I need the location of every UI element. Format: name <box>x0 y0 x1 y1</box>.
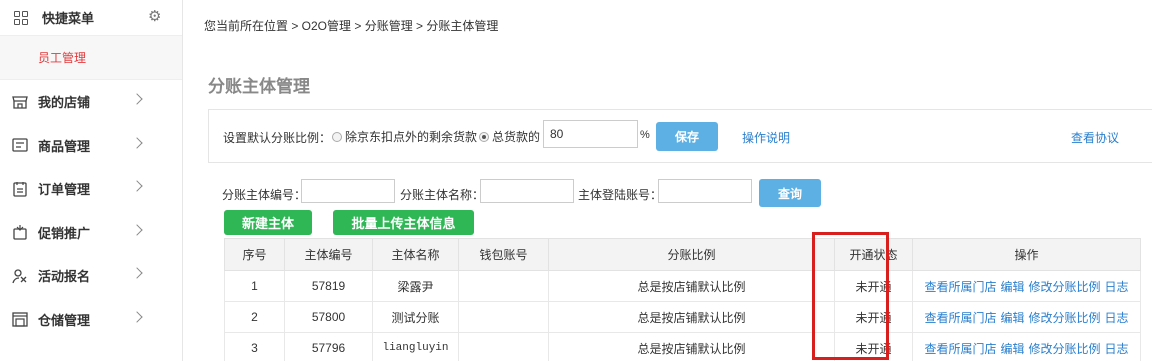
entity-table: 序号 主体编号 主体名称 钱包账号 分账比例 开通状态 操作 1 57819 梁… <box>224 238 1141 361</box>
table-header-row: 序号 主体编号 主体名称 钱包账号 分账比例 开通状态 操作 <box>224 238 1141 271</box>
view-stores-link[interactable]: 查看所属门店 <box>924 280 996 294</box>
cell-index: 3 <box>224 332 285 361</box>
login-input[interactable] <box>658 179 752 203</box>
ratio-settings-panel: 设置默认分账比例： 除京东扣点外的剩余货款 总货款的 % 保存 操作说明 查看协… <box>208 109 1152 163</box>
header-code: 主体编号 <box>284 238 373 271</box>
page-title: 分账主体管理 <box>208 77 310 96</box>
name-input[interactable] <box>480 179 574 203</box>
chevron-right-icon <box>131 180 143 192</box>
sidebar-item-label: 活动报名 <box>38 269 91 285</box>
sidebar-item-promotion[interactable]: 促销推广 <box>0 211 182 255</box>
chevron-right-icon <box>131 136 143 149</box>
radio-label: 总货款的 <box>492 130 541 144</box>
cell-ops: 查看所属门店 编辑 修改分账比例 日志 <box>912 301 1141 333</box>
login-label: 主体登陆账号： <box>578 188 663 202</box>
sidebar-item-my-store[interactable]: 我的店铺 <box>0 80 182 124</box>
modify-ratio-link[interactable]: 修改分账比例 <box>1029 280 1101 294</box>
header-name: 主体名称 <box>372 238 459 271</box>
help-link[interactable]: 操作说明 <box>742 129 790 146</box>
edit-link[interactable]: 编辑 <box>1000 280 1024 294</box>
sidebar-item-label: 我的店铺 <box>38 95 91 111</box>
log-link[interactable]: 日志 <box>1105 280 1129 294</box>
edit-link[interactable]: 编辑 <box>1000 311 1024 325</box>
cell-index: 2 <box>224 301 285 333</box>
view-stores-link[interactable]: 查看所属门店 <box>924 342 996 356</box>
breadcrumb: 您当前所在位置 > O2O管理 > 分账管理 > 分账主体管理 <box>204 19 499 33</box>
sidebar-item-staff[interactable]: 员工管理 <box>0 36 182 80</box>
log-link[interactable]: 日志 <box>1105 342 1129 356</box>
cell-ops: 查看所属门店 编辑 修改分账比例 日志 <box>912 270 1141 302</box>
activity-icon <box>12 268 28 284</box>
header-ops: 操作 <box>912 238 1141 271</box>
radio-remaining-payment[interactable]: 除京东扣点外的剩余货款 <box>332 128 477 145</box>
radio-button[interactable] <box>332 131 342 142</box>
code-label: 分账主体编号： <box>222 188 307 202</box>
header-ratio: 分账比例 <box>548 238 835 271</box>
cell-name: liangluyin <box>372 332 459 361</box>
radio-total-payment[interactable]: 总货款的 <box>479 128 540 145</box>
save-button[interactable]: 保存 <box>656 122 718 151</box>
ratio-settings-label: 设置默认分账比例： <box>223 131 332 145</box>
sidebar-item-activity[interactable]: 活动报名 <box>0 254 182 298</box>
cell-wallet <box>458 301 549 333</box>
sidebar-item-label: 订单管理 <box>38 182 91 198</box>
edit-link[interactable]: 编辑 <box>1000 342 1024 356</box>
status-column-highlight <box>812 232 889 360</box>
cell-code: 57819 <box>284 270 373 302</box>
order-icon <box>12 181 28 197</box>
percent-input[interactable] <box>543 120 638 148</box>
sidebar-item-label: 商品管理 <box>38 138 91 154</box>
name-label: 分账主体名称： <box>400 188 485 202</box>
sidebar-item-label: 仓储管理 <box>38 312 91 328</box>
batch-upload-button[interactable]: 批量上传主体信息 <box>333 210 474 235</box>
cell-code: 57800 <box>284 301 373 333</box>
radio-button-selected[interactable] <box>479 131 489 142</box>
sidebar-item-orders[interactable]: 订单管理 <box>0 167 182 211</box>
agreement-link[interactable]: 查看协议 <box>1071 129 1119 146</box>
gear-icon[interactable]: ⚙ <box>148 9 164 25</box>
modify-ratio-link[interactable]: 修改分账比例 <box>1029 311 1101 325</box>
cell-index: 1 <box>224 270 285 302</box>
cell-wallet <box>458 332 549 361</box>
cell-name: 测试分账 <box>372 301 459 333</box>
cell-ratio: 总是按店铺默认比例 <box>548 332 835 361</box>
table-row: 3 57796 liangluyin 总是按店铺默认比例 未开通 查看所属门店编… <box>224 332 1141 361</box>
quick-menu-header[interactable]: 快捷菜单 ⚙ <box>0 0 182 36</box>
create-entity-button[interactable]: 新建主体 <box>224 210 312 235</box>
cell-ratio: 总是按店铺默认比例 <box>548 301 835 333</box>
quick-menu-title: 快捷菜单 <box>42 11 95 26</box>
percent-sign: % <box>640 129 650 141</box>
header-index: 序号 <box>224 238 285 271</box>
promotion-icon <box>12 224 28 240</box>
sidebar-item-goods[interactable]: 商品管理 <box>0 124 182 168</box>
table-row: 1 57819 梁露尹 总是按店铺默认比例 未开通 查看所属门店 编辑 修改分账比例… <box>224 270 1141 302</box>
cell-wallet <box>458 270 549 302</box>
main-content: 您当前所在位置 > O2O管理 > 分账管理 > 分账主体管理 分账主体管理 设… <box>190 0 1152 361</box>
view-stores-link[interactable]: 查看所属门店 <box>924 311 996 325</box>
table-row: 2 57800 测试分账 总是按店铺默认比例 未开通 查看所属门店 编辑 修改分账比… <box>224 301 1141 333</box>
chevron-right-icon <box>131 223 143 236</box>
chevron-right-icon <box>131 310 143 323</box>
chevron-right-icon <box>131 93 143 105</box>
query-button[interactable]: 查询 <box>759 179 821 207</box>
header-wallet: 钱包账号 <box>458 238 549 271</box>
radio-label: 除京东扣点外的剩余货款 <box>345 130 478 144</box>
sidebar: 快捷菜单 ⚙ 员工管理 我的店铺 商品管理 订单管理 促销推广 活动报名 仓储管… <box>0 0 183 361</box>
cell-name: 梁露尹 <box>372 270 459 302</box>
warehouse-icon <box>12 311 28 327</box>
chevron-right-icon <box>131 267 143 279</box>
store-icon <box>12 94 28 110</box>
goods-icon <box>12 137 28 153</box>
code-input[interactable] <box>301 179 395 203</box>
sidebar-item-warehouse[interactable]: 仓储管理 <box>0 298 182 342</box>
sidebar-item-label: 促销推广 <box>38 225 91 241</box>
cell-ratio: 总是按店铺默认比例 <box>548 270 835 302</box>
log-link[interactable]: 日志 <box>1105 311 1129 325</box>
grid-icon <box>14 10 28 25</box>
modify-ratio-link[interactable]: 修改分账比例 <box>1029 342 1101 356</box>
cell-code: 57796 <box>284 332 373 361</box>
cell-ops: 查看所属门店 编辑 修改分账比例 日志 <box>912 332 1141 361</box>
